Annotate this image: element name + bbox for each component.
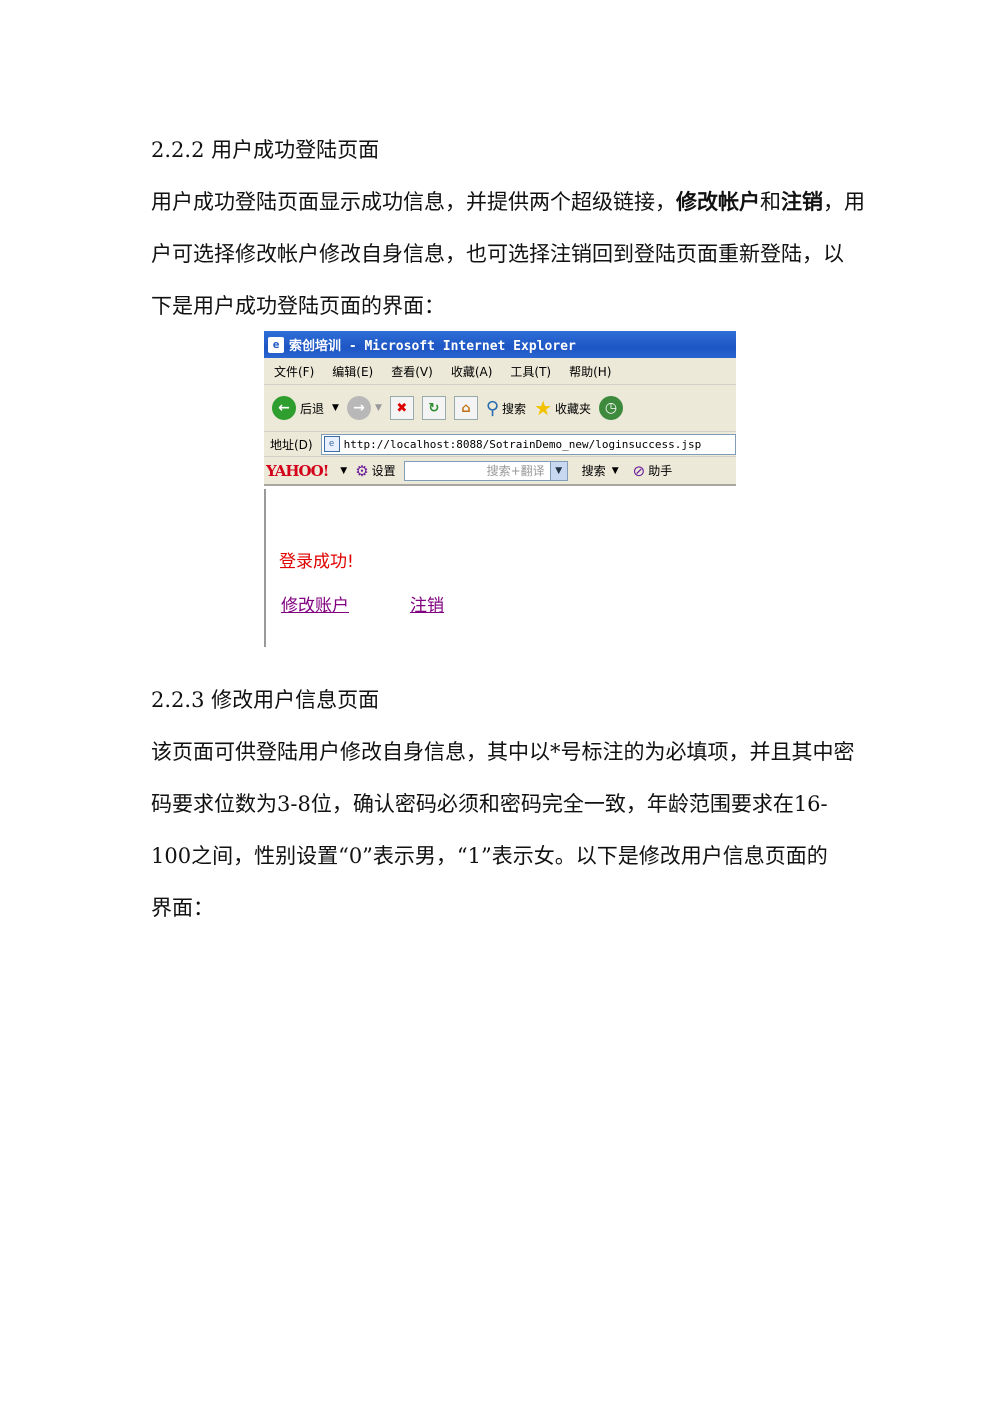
address-bar: 地址(D) e http://localhost:8088/SotrainDem… [264, 432, 736, 457]
forward-button[interactable]: → ▼ [346, 396, 382, 420]
search-dropdown-icon[interactable]: ▼ [549, 461, 567, 480]
standard-toolbar: ← 后退 ▼ → ▼ ✖ ↻ ⌂ ⚲ 搜索 ★ 收藏夹 ◷ [264, 385, 736, 432]
refresh-icon: ↻ [421, 396, 446, 420]
text-span: ，用 [823, 190, 865, 214]
paragraph-line: 该页面可供登陆用户修改自身信息，其中以*号标注的为必填项，并且其中密 [151, 740, 855, 764]
yahoo-logo[interactable]: YAHOO! [266, 462, 329, 480]
chevron-down-icon: ▼ [374, 403, 382, 413]
text-span: 和 [760, 190, 781, 214]
menu-item-edit[interactable]: 编辑(E) [332, 363, 373, 380]
search-icon: ⚲ [485, 397, 500, 419]
search-button[interactable]: ⚲ 搜索 [486, 398, 526, 419]
logout-link[interactable]: 注销 [410, 591, 444, 616]
section-paragraph-1: 用户成功登陆页面显示成功信息，并提供两个超级链接，修改帐户和注销，用 户可选择修… [151, 188, 865, 344]
address-value: http://localhost:8088/SotrainDemo_new/lo… [343, 437, 702, 451]
paragraph-line: 码要求位数为3-8位，确认密码必须和密码完全一致，年龄范围要求在16- [151, 792, 828, 816]
modify-account-link[interactable]: 修改账户 [281, 591, 349, 616]
favorites-label: 收藏夹 [555, 401, 592, 416]
section-paragraph-2: 该页面可供登陆用户修改自身信息，其中以*号标注的为必填项，并且其中密 码要求位数… [151, 738, 855, 946]
star-icon: ★ [534, 396, 552, 420]
favorites-button[interactable]: ★ 收藏夹 [534, 396, 591, 420]
bold-term-logout: 注销 [781, 189, 823, 214]
search-placeholder: 搜索+翻译 [486, 464, 545, 478]
helper-icon: ⊘ [632, 461, 646, 480]
menu-item-view[interactable]: 查看(V) [391, 363, 433, 380]
chevron-down-icon[interactable]: ▼ [612, 466, 619, 476]
back-button[interactable]: ← 后退 ▼ [272, 396, 339, 420]
yahoo-toolbar: YAHOO! ▼ ⚙ 设置 搜索+翻译 ▼ 搜索 ▼ ⊘ 助手 [264, 457, 736, 486]
paragraph-line: 户可选择修改帐户修改自身信息，也可选择注销回到登陆页面重新登陆，以 [151, 242, 844, 266]
menu-item-favorites[interactable]: 收藏(A) [451, 363, 493, 380]
browser-titlebar: e 索创培训 - Microsoft Internet Explorer [264, 331, 736, 358]
menu-item-help[interactable]: 帮助(H) [569, 363, 611, 380]
ie-window-icon: e [268, 336, 284, 353]
search-label: 搜索 [502, 401, 527, 416]
paragraph-line: 界面： [151, 896, 214, 920]
section-heading-2-2-2: 2.2.2 用户成功登陆页面 [151, 138, 380, 162]
back-label: 后退 [300, 401, 325, 416]
page-icon: e [323, 436, 340, 452]
text-span: 用户成功登陆页面显示成功信息，并提供两个超级链接， [151, 190, 676, 214]
menu-item-tools[interactable]: 工具(T) [510, 363, 551, 380]
chevron-down-icon[interactable]: ▼ [340, 466, 347, 476]
forward-arrow-icon: → [346, 396, 371, 420]
settings-icon: ⚙ [355, 461, 369, 480]
menu-bar: 文件(F) 编辑(E) 查看(V) 收藏(A) 工具(T) 帮助(H) [264, 358, 736, 385]
browser-content: 登录成功! 修改账户 注销 [264, 489, 738, 647]
login-success-message: 登录成功! [279, 552, 354, 572]
yahoo-search-input[interactable]: 搜索+翻译 ▼ [403, 460, 568, 481]
helper-button[interactable]: 助手 [648, 462, 672, 479]
stop-button[interactable]: ✖ [389, 396, 414, 420]
bold-term-modify-account: 修改帐户 [676, 189, 760, 214]
settings-button[interactable]: 设置 [372, 462, 396, 479]
paragraph-line: 用户成功登陆页面显示成功信息，并提供两个超级链接，修改帐户和注销，用 [151, 188, 865, 240]
stop-icon: ✖ [389, 396, 414, 420]
address-label: 地址(D) [270, 437, 313, 452]
browser-screenshot: e 索创培训 - Microsoft Internet Explorer 文件(… [264, 331, 736, 647]
home-button[interactable]: ⌂ [453, 396, 478, 420]
section-heading-2-2-3: 2.2.3 修改用户信息页面 [151, 688, 380, 712]
window-title: 索创培训 - Microsoft Internet Explorer [289, 339, 576, 354]
chevron-down-icon: ▼ [332, 403, 339, 413]
back-arrow-icon: ← [272, 396, 296, 420]
yahoo-search-button[interactable]: 搜索 [582, 462, 606, 479]
address-input[interactable]: e http://localhost:8088/SotrainDemo_new/… [320, 433, 736, 455]
refresh-button[interactable]: ↻ [421, 396, 446, 420]
paragraph-line: 100之间，性别设置“0”表示男，“1”表示女。以下是修改用户信息页面的 [151, 844, 828, 868]
history-button[interactable]: ◷ [599, 396, 624, 420]
history-icon: ◷ [599, 396, 624, 420]
home-icon: ⌂ [453, 396, 478, 420]
menu-item-file[interactable]: 文件(F) [274, 363, 314, 380]
